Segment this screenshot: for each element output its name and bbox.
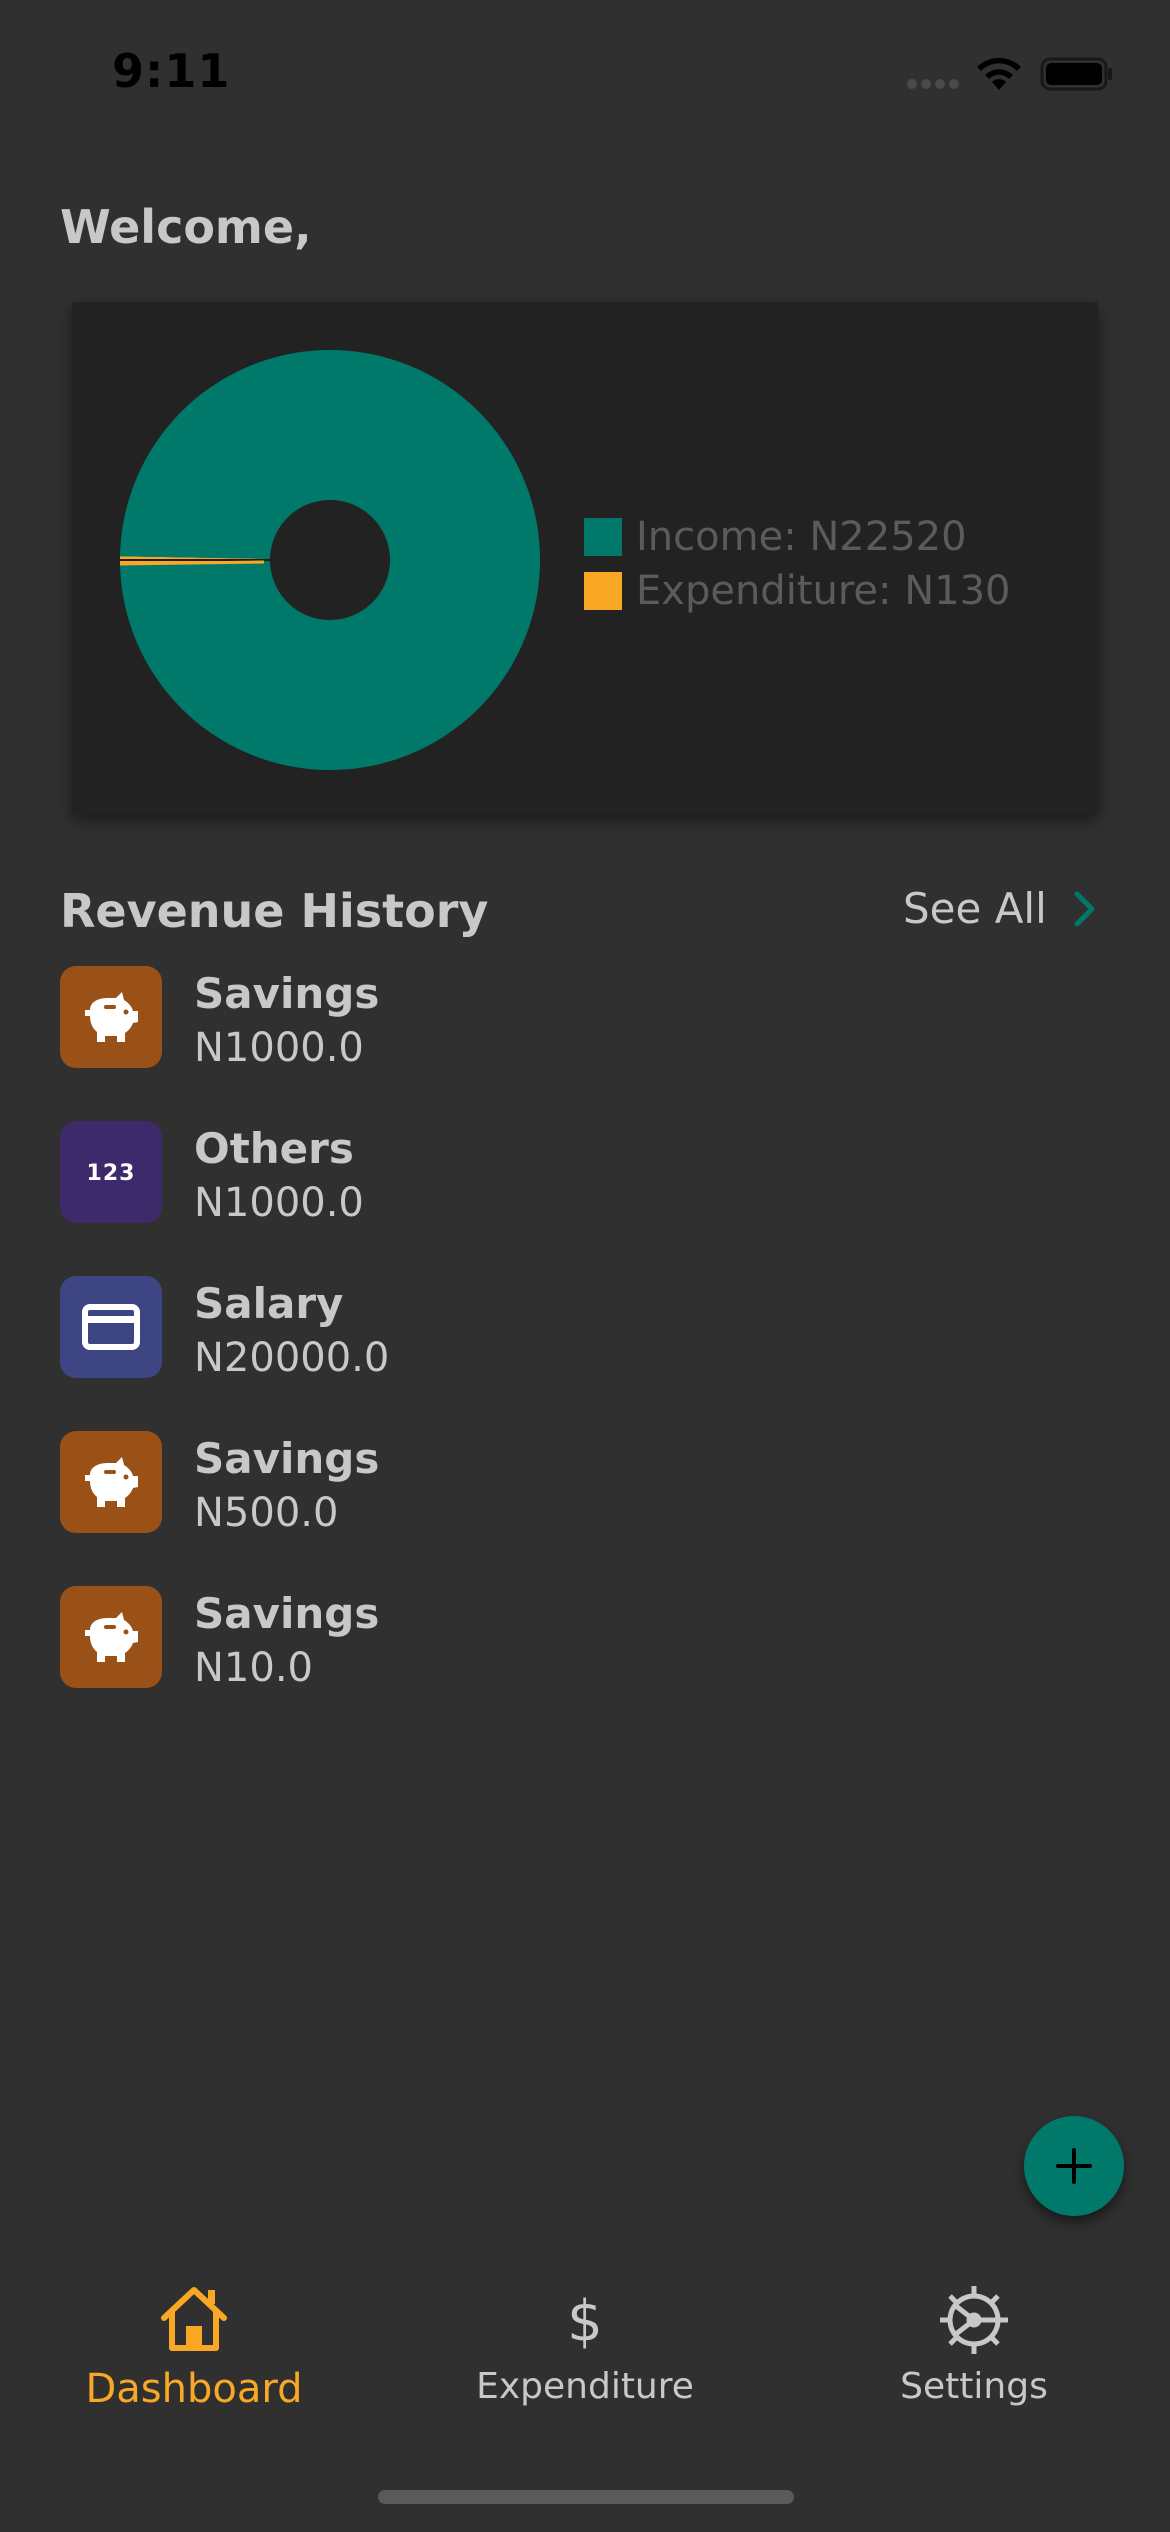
list-item[interactable]: Savings N500.0 [60,1431,1110,1586]
item-amount: N500.0 [194,1490,339,1536]
legend-label-expenditure: Expenditure: N130 [636,568,1011,614]
list-item-text: Salary N20000.0 [194,1276,389,1431]
category-icon-tile: 123 [60,1121,162,1223]
nav-item-settings[interactable]: Settings [824,2264,1124,2424]
item-category: Savings [194,1589,380,1638]
legend-item-income: Income: N22520 [584,510,1010,564]
piggy-bank-icon [85,992,138,1042]
pie-slice-expenditure-edge [119,560,265,566]
welcome-heading: Welcome, [60,200,312,254]
list-item[interactable]: Salary N20000.0 [60,1276,1110,1431]
wifi-icon [977,57,1021,90]
item-category: Savings [194,1434,380,1483]
income-expenditure-chart-card: Income: N22520 Expenditure: N130 [72,302,1098,814]
category-icon-tile [60,1431,162,1533]
item-amount: N1000.0 [194,1025,364,1071]
home-indicator [378,2490,794,2504]
dashboard-screen: 9:11 Welcome, Income: N22520 Expenditure… [0,0,1170,2532]
legend-swatch-income [584,518,622,556]
item-category: Others [194,1124,354,1173]
list-item[interactable]: Savings N10.0 [60,1586,1110,1741]
see-all-button[interactable]: See All [903,884,1101,933]
list-item-text: Others N1000.0 [194,1121,364,1276]
add-transaction-button[interactable] [1024,2116,1124,2216]
legend-swatch-expenditure [584,572,622,610]
list-item[interactable]: Savings N1000.0 [60,966,1110,1121]
list-item-text: Savings N10.0 [194,1586,379,1741]
list-item-text: Savings N1000.0 [194,966,379,1121]
revenue-history-title: Revenue History [60,884,489,938]
category-icon-tile [60,1276,162,1378]
piggy-bank-icon [85,1612,138,1662]
gear-icon [940,2286,1008,2354]
home-icon [161,2287,227,2351]
bottom-navigation: Dashboard $ Expenditure Settings [0,2264,1170,2434]
item-amount: N20000.0 [194,1335,390,1381]
item-category: Salary [194,1279,344,1328]
legend-item-expenditure: Expenditure: N130 [584,564,1010,618]
list-item-text: Savings N500.0 [194,1431,379,1586]
item-amount: N1000.0 [194,1180,364,1226]
svg-text:123: 123 [87,1161,136,1186]
chart-legend: Income: N22520 Expenditure: N130 [584,510,1010,618]
credit-card-icon [82,1304,140,1350]
legend-label-income: Income: N22520 [636,514,967,560]
piggy-bank-icon [85,1457,138,1507]
category-icon-tile [60,966,162,1068]
plus-icon [1056,2148,1092,2184]
list-item[interactable]: 123 Others N1000.0 [60,1121,1110,1276]
nav-label-settings: Settings [900,2366,1048,2407]
nav-label-dashboard: Dashboard [85,2366,303,2412]
see-all-label: See All [903,884,1047,933]
svg-text:$: $ [567,2289,603,2354]
revenue-history-list: Savings N1000.0 123 Others N1000.0 Salar… [60,966,1110,1741]
chevron-right-icon [1074,891,1095,926]
item-category: Savings [194,969,380,1018]
battery-icon [1040,57,1112,91]
nav-item-expenditure[interactable]: $ Expenditure [435,2264,735,2424]
status-time: 9:11 [112,44,231,98]
dollar-icon: $ [567,2289,603,2354]
nav-item-dashboard[interactable]: Dashboard [44,2264,344,2424]
nav-label-expenditure: Expenditure [476,2366,694,2407]
category-icon-tile [60,1586,162,1688]
item-amount: N10.0 [194,1645,313,1691]
numbers-123-icon: 123 [87,1161,136,1186]
cellular-signal-icon [907,79,959,89]
